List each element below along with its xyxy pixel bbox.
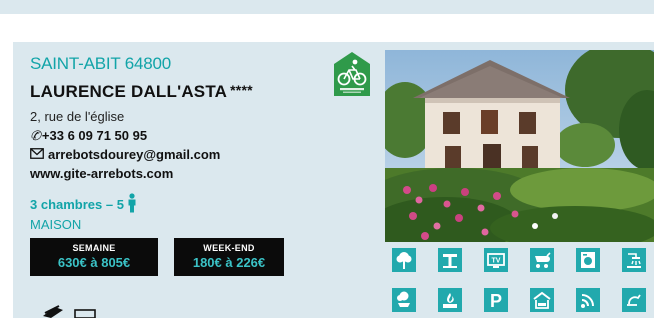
rooms-text: 3 chambres – 5 bbox=[30, 197, 124, 212]
owner-name: LAURENCE DALL'ASTA **** bbox=[30, 82, 253, 102]
washing-machine-icon bbox=[576, 248, 600, 272]
phone-line: ✆+33 6 09 71 50 95 bbox=[30, 128, 147, 144]
rooms-capacity: 3 chambres – 5 bbox=[30, 193, 137, 216]
wifi-icon bbox=[576, 288, 600, 312]
address: 2, rue de l'église bbox=[30, 109, 125, 124]
cycling-label-icon bbox=[334, 52, 370, 96]
price-week-label: SEMAINE bbox=[72, 243, 116, 253]
top-band bbox=[0, 0, 654, 14]
amenity-icons: TV P bbox=[388, 248, 654, 318]
star-rating: **** bbox=[230, 82, 253, 98]
listing-card: SAINT-ABIT 64800 LAURENCE DALL'ASTA **** … bbox=[13, 42, 654, 318]
barbecue-icon bbox=[392, 288, 416, 312]
website-link[interactable]: www.gite-arrebots.com bbox=[30, 166, 173, 181]
parking-icon: P bbox=[484, 288, 508, 312]
price-weekend: WEEK-END 180€ à 226€ bbox=[174, 238, 284, 276]
email-line: arrebotsdourey@gmail.com bbox=[30, 147, 220, 162]
price-week: SEMAINE 630€ à 805€ bbox=[30, 238, 158, 276]
accessibility-icon bbox=[622, 288, 646, 312]
email-address[interactable]: arrebotsdourey@gmail.com bbox=[48, 147, 220, 162]
phone-number[interactable]: +33 6 09 71 50 95 bbox=[42, 128, 147, 143]
house-photo bbox=[385, 50, 654, 242]
price-weekend-label: WEEK-END bbox=[203, 243, 255, 253]
price-week-value: 630€ à 805€ bbox=[57, 255, 131, 270]
person-icon bbox=[127, 193, 137, 216]
tv-icon: TV bbox=[484, 248, 508, 272]
svg-text:TV: TV bbox=[492, 258, 501, 265]
baby-stroller-icon bbox=[530, 248, 554, 272]
garden-icon bbox=[392, 248, 416, 272]
phone-icon: ✆ bbox=[30, 128, 41, 143]
property-type: MAISON bbox=[30, 217, 82, 232]
garage-icon bbox=[530, 288, 554, 312]
envelope-icon bbox=[30, 147, 44, 162]
shower-icon bbox=[622, 248, 646, 272]
bottom-icons bbox=[41, 304, 101, 318]
owner-name-text: LAURENCE DALL'ASTA bbox=[30, 82, 228, 101]
price-weekend-value: 180€ à 226€ bbox=[192, 255, 266, 270]
ironing-icon bbox=[438, 248, 462, 272]
location: SAINT-ABIT 64800 bbox=[30, 54, 172, 73]
svg-text:P: P bbox=[490, 291, 502, 310]
fireplace-icon bbox=[438, 288, 462, 312]
